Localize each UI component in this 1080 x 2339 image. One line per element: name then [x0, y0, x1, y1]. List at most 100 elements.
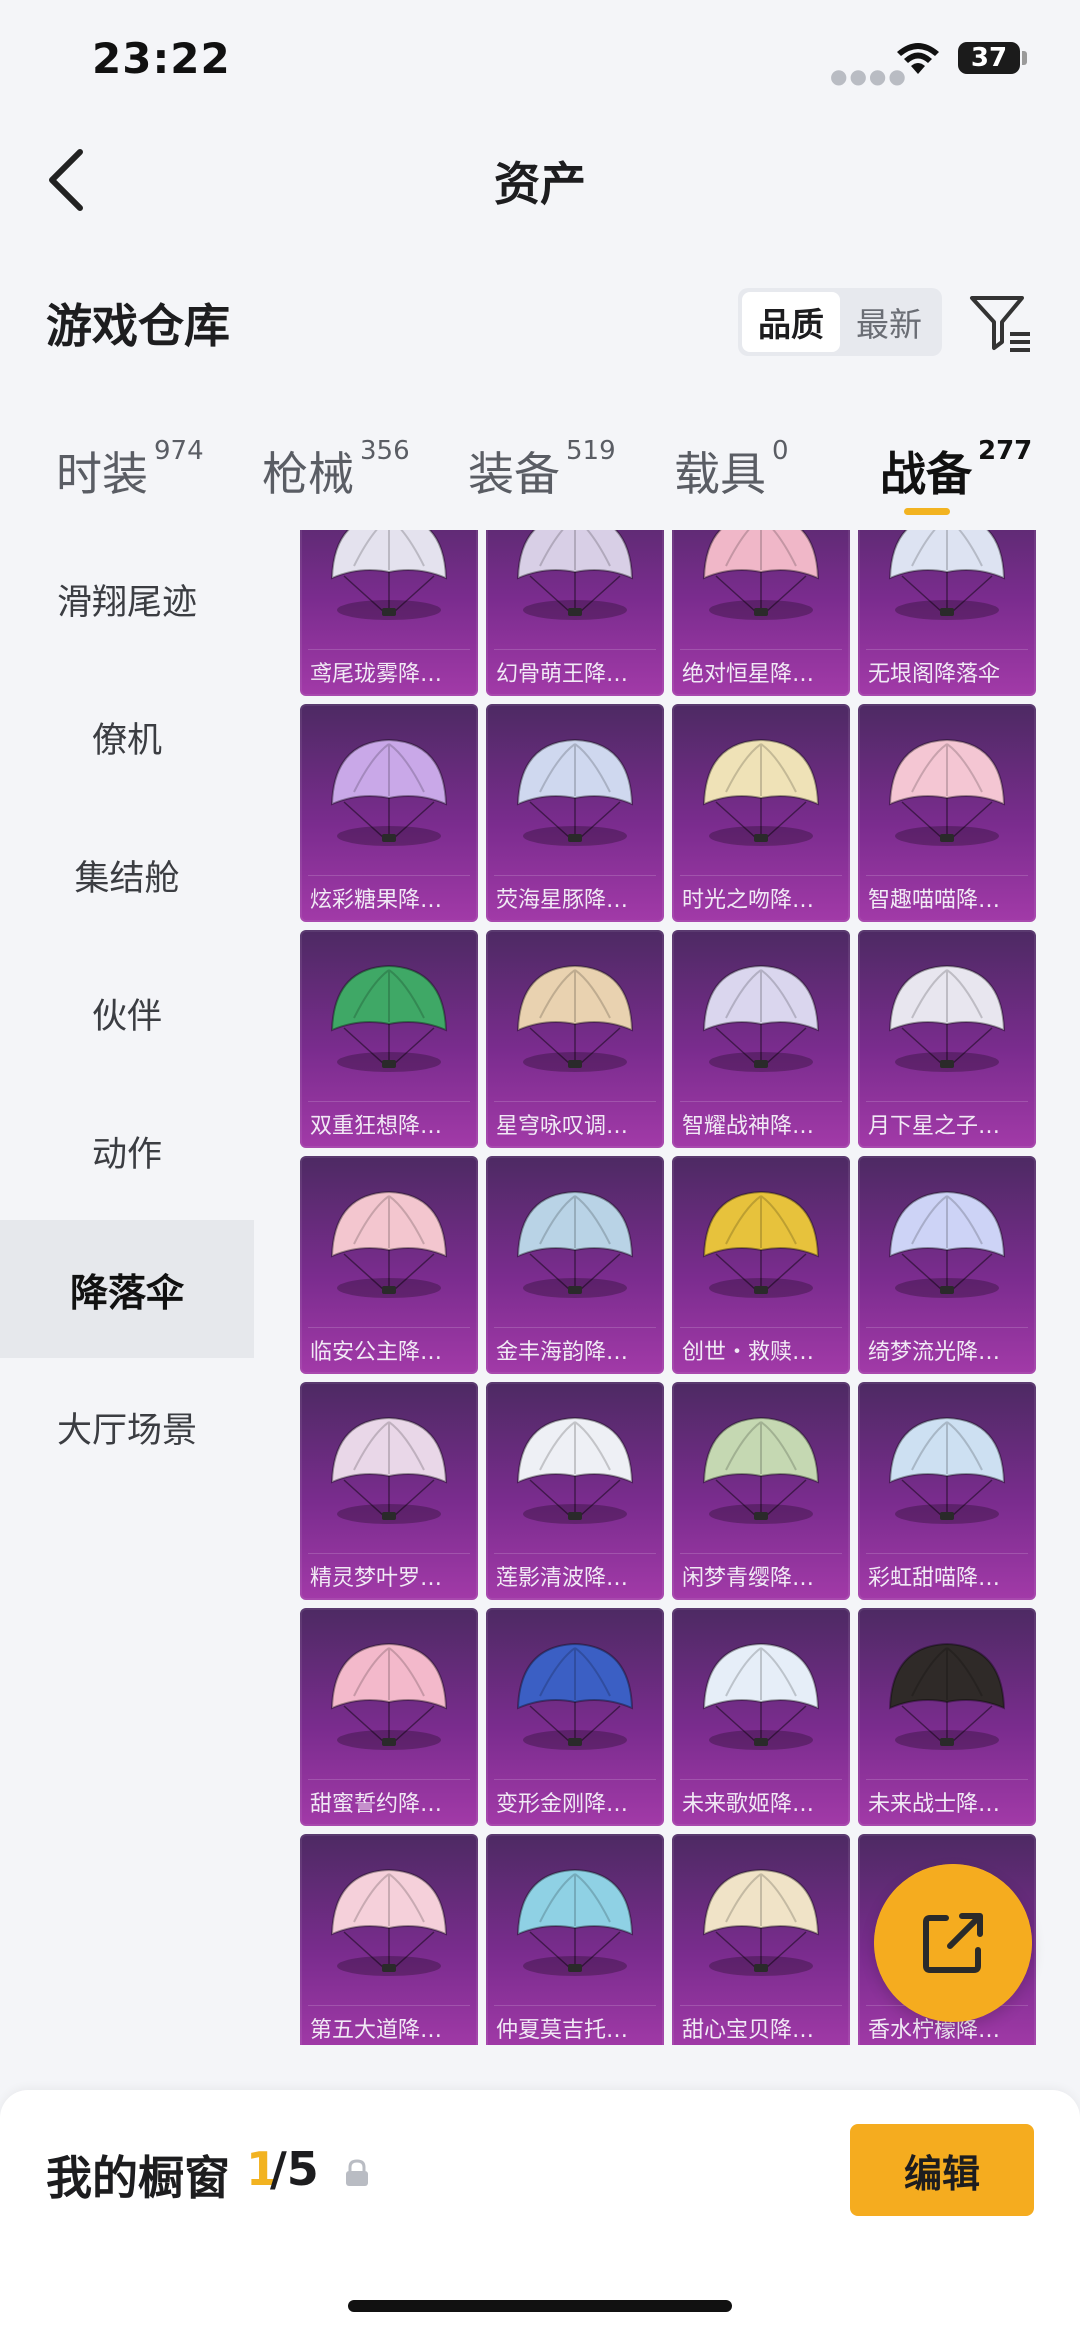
parachute-card[interactable]: 智趣喵喵降… — [858, 704, 1036, 922]
tab-equipment[interactable]: 装备 519 — [468, 436, 616, 504]
card-divider — [308, 1101, 470, 1102]
tab-count: 974 — [154, 436, 204, 466]
parachute-card[interactable]: 变形金刚降… — [486, 1608, 664, 1826]
filter-icon[interactable] — [966, 288, 1036, 358]
parachute-card[interactable]: 金丰海韵降… — [486, 1156, 664, 1374]
card-divider — [308, 1553, 470, 1554]
battery-nub — [1022, 51, 1027, 65]
parachute-card[interactable]: 甜心宝贝降… — [672, 1834, 850, 2045]
tab-count: 277 — [978, 436, 1033, 466]
parachute-name: 彩虹甜喵降… — [868, 1566, 1001, 1591]
parachute-name: 时光之吻降… — [682, 888, 815, 913]
parachute-name: 月下星之子… — [868, 1114, 1001, 1139]
parachute-card[interactable]: 创世・救赎… — [672, 1156, 850, 1374]
sort-latest-option[interactable]: 最新 — [840, 292, 938, 352]
parachute-name: 闲梦青缨降… — [682, 1566, 815, 1591]
sort-quality-option[interactable]: 品质 — [742, 292, 840, 352]
wifi-icon — [897, 43, 939, 74]
sidebar-item-glide-trail[interactable]: 滑翔尾迹 — [0, 530, 254, 668]
parachute-image — [702, 530, 820, 620]
card-divider — [680, 1101, 842, 1102]
tab-vehicles[interactable]: 载具 0 — [674, 436, 789, 504]
parachute-card[interactable]: 鸢尾珑雾降… — [300, 530, 478, 696]
parachute-card[interactable]: 时光之吻降… — [672, 704, 850, 922]
parachute-card[interactable]: 莲影清波降… — [486, 1382, 664, 1600]
parachute-name: 未来歌姬降… — [682, 1792, 815, 1817]
parachute-card[interactable]: 闲梦青缨降… — [672, 1382, 850, 1600]
parachute-name: 荧海星豚降… — [496, 888, 629, 913]
parachute-card[interactable]: 智耀战神降… — [672, 930, 850, 1148]
showcase-bar: 我的橱窗 1 /5 编辑 — [0, 2090, 1080, 2339]
parachute-card[interactable]: 绮梦流光降… — [858, 1156, 1036, 1374]
card-divider — [308, 649, 470, 650]
parachute-card[interactable]: 临安公主降… — [300, 1156, 478, 1374]
parachute-card[interactable]: 炫彩糖果降… — [300, 704, 478, 922]
card-divider — [866, 1779, 1028, 1780]
parachute-card[interactable]: 未来歌姬降… — [672, 1608, 850, 1826]
parachute-name: 临安公主降… — [310, 1340, 443, 1365]
parachute-name: 星穹咏叹调… — [496, 1114, 629, 1139]
parachute-name: 精灵梦叶罗… — [310, 1566, 443, 1591]
parachute-card[interactable]: 精灵梦叶罗… — [300, 1382, 478, 1600]
parachute-card[interactable]: 甜蜜誓约降… — [300, 1608, 478, 1826]
card-divider — [308, 1779, 470, 1780]
parachute-image — [516, 1868, 634, 1976]
item-grid: 鸢尾珑雾降… 幻骨萌王降… 绝对恒星降… 无垠阁降落伞炫彩糖果降… 荧海星豚降… 时光之吻… — [254, 530, 1080, 2045]
card-divider — [308, 2005, 470, 2006]
parachute-card[interactable]: 第五大道降… — [300, 1834, 478, 2045]
parachute-name: 莲影清波降… — [496, 1566, 629, 1591]
tab-firearms[interactable]: 枪械 356 — [262, 436, 410, 504]
sort-toggle: 品质 最新 — [738, 288, 942, 356]
parachute-image — [330, 1416, 448, 1524]
tab-fashion[interactable]: 时装 974 — [56, 436, 204, 504]
card-divider — [866, 1101, 1028, 1102]
parachute-card[interactable]: 无垠阁降落伞 — [858, 530, 1036, 696]
battery-icon: 37 — [958, 42, 1020, 74]
card-divider — [680, 875, 842, 876]
share-button[interactable] — [874, 1864, 1032, 2022]
parachute-card[interactable]: 荧海星豚降… — [486, 704, 664, 922]
parachute-image — [702, 1416, 820, 1524]
home-indicator — [348, 2300, 732, 2312]
sidebar-item-rally-pod[interactable]: 集结舱 — [0, 806, 254, 944]
parachute-card[interactable]: 仲夏莫吉托… — [486, 1834, 664, 2045]
parachute-image — [330, 530, 448, 620]
card-divider — [866, 875, 1028, 876]
parachute-image — [330, 738, 448, 846]
parachute-card[interactable]: 幻骨萌王降… — [486, 530, 664, 696]
status-bar: 23:22 ●●●● 37 — [0, 0, 1080, 120]
parachute-name: 变形金刚降… — [496, 1792, 629, 1817]
parachute-name: 金丰海韵降… — [496, 1340, 629, 1365]
parachute-image — [888, 738, 1006, 846]
category-tabs: 时装 974 枪械 356 装备 519 载具 0 战备 277 — [0, 420, 1080, 530]
parachute-image — [702, 1190, 820, 1298]
parachute-card[interactable]: 双重狂想降… — [300, 930, 478, 1148]
card-divider — [494, 1101, 656, 1102]
parachute-card[interactable]: 彩虹甜喵降… — [858, 1382, 1036, 1600]
card-divider — [680, 2005, 842, 2006]
parachute-card[interactable]: 月下星之子… — [858, 930, 1036, 1148]
category-sidebar: 滑翔尾迹 僚机 集结舱 伙伴 动作 降落伞 大厅场景 — [0, 530, 254, 2090]
parachute-image — [516, 530, 634, 620]
sidebar-item-parachute[interactable]: 降落伞 — [0, 1220, 254, 1358]
edit-button[interactable]: 编辑 — [850, 2124, 1034, 2216]
parachute-name: 双重狂想降… — [310, 1114, 443, 1139]
card-divider — [494, 2005, 656, 2006]
sidebar-item-emote[interactable]: 动作 — [0, 1082, 254, 1220]
parachute-card[interactable]: 绝对恒星降… — [672, 530, 850, 696]
card-divider — [494, 1779, 656, 1780]
parachute-name: 炫彩糖果降… — [310, 888, 443, 913]
sidebar-item-lobby-scene[interactable]: 大厅场景 — [0, 1358, 254, 1496]
tab-battle-gear[interactable]: 战备 277 — [880, 436, 1033, 504]
parachute-card[interactable]: 星穹咏叹调… — [486, 930, 664, 1148]
parachute-card[interactable]: 未来战士降… — [858, 1608, 1036, 1826]
sidebar-item-wingman[interactable]: 僚机 — [0, 668, 254, 806]
parachute-image — [330, 1642, 448, 1750]
parachute-name: 未来战士降… — [868, 1792, 1001, 1817]
card-divider — [680, 1327, 842, 1328]
tab-label: 战备 — [880, 447, 972, 501]
sidebar-item-companion[interactable]: 伙伴 — [0, 944, 254, 1082]
parachute-name: 绮梦流光降… — [868, 1340, 1001, 1365]
parachute-name: 绝对恒星降… — [682, 662, 815, 687]
card-divider — [308, 1327, 470, 1328]
